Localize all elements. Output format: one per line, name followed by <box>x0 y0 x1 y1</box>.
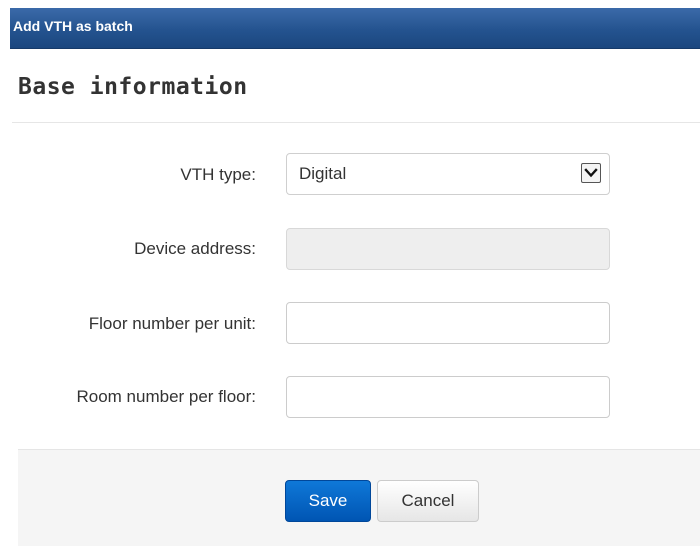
dialog-title: Add VTH as batch <box>13 18 133 34</box>
device-address-field <box>286 228 610 270</box>
save-button[interactable]: Save <box>285 480 371 522</box>
room-number-field[interactable] <box>286 376 610 418</box>
cancel-button[interactable]: Cancel <box>377 480 479 522</box>
vth-type-selected-value: Digital <box>299 164 347 183</box>
floor-number-label: Floor number per unit: <box>88 314 256 333</box>
dialog-titlebar: Add VTH as batch <box>10 8 700 49</box>
chevron-down-icon[interactable] <box>581 163 601 183</box>
section-title: Base information <box>18 74 248 100</box>
section-divider <box>12 122 700 123</box>
floor-number-field[interactable] <box>286 302 610 344</box>
vth-type-select[interactable]: Digital <box>286 153 610 195</box>
vth-type-label: VTH type: <box>180 165 256 184</box>
room-number-label: Room number per floor: <box>76 387 256 406</box>
device-address-label: Device address: <box>134 239 256 258</box>
